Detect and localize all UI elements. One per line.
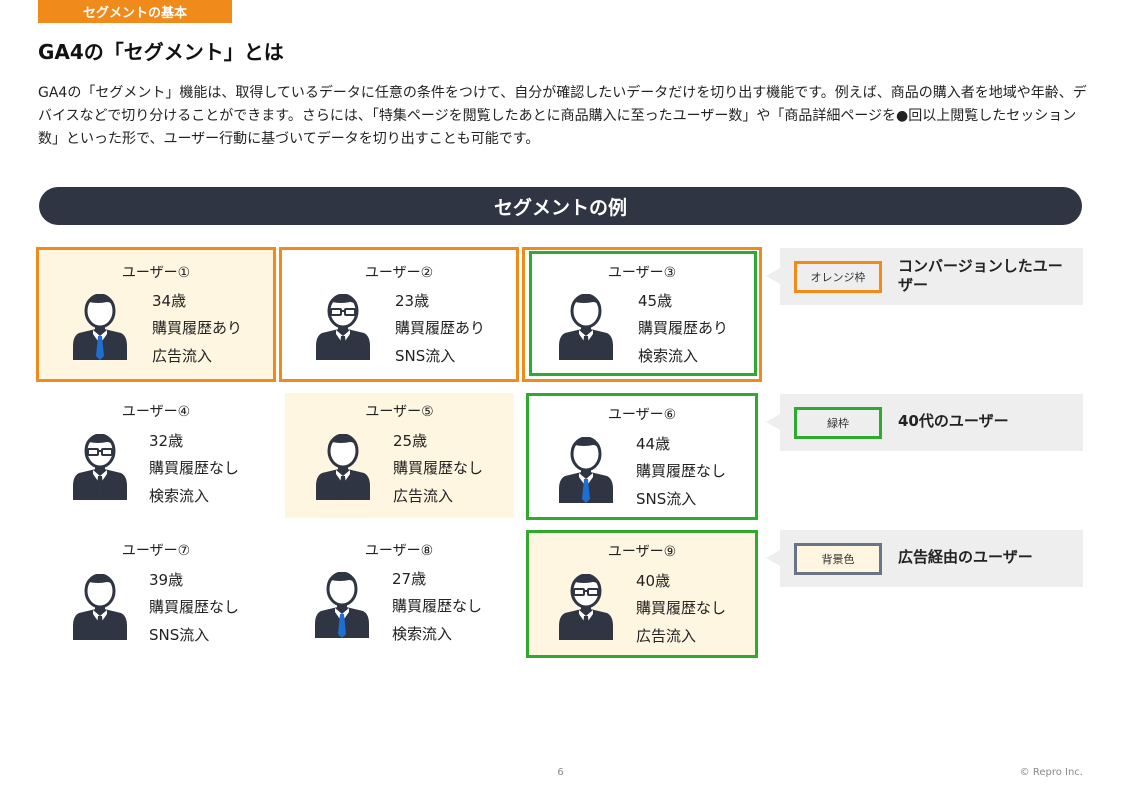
user-card-1: ユーザー① 34歳 購買履歴あり 広告流入 (36, 247, 276, 382)
legend-swatch-orange: オレンジ枠 (794, 261, 882, 293)
user-name: ユーザー① (121, 265, 191, 281)
person-blue-tie-icon (557, 437, 615, 503)
legend-background-color: 背景色 広告経由のユーザー (766, 530, 1083, 587)
user-card-8: ユーザー⑧ 27歳 購買履歴なし 検索流入 (279, 528, 519, 663)
user-name: ユーザー⑥ (607, 407, 677, 423)
legend-pointer (766, 550, 780, 566)
user-traffic-source: SNS流入 (149, 626, 210, 644)
user-purchase-history: 購買履歴なし (636, 462, 727, 480)
person-icon (314, 434, 372, 500)
user-card-2: ユーザー② 23歳 購買履歴あり SNS流入 (279, 247, 519, 382)
user-purchase-history: 購買履歴あり (152, 319, 243, 337)
user-age: 23歳 (395, 292, 430, 310)
user-traffic-source: SNS流入 (395, 347, 456, 365)
legend-description: 広告経由のユーザー (898, 548, 1033, 566)
user-traffic-source: 検索流入 (149, 487, 210, 505)
person-glasses-icon (314, 294, 372, 360)
user-traffic-source: SNS流入 (636, 490, 697, 508)
person-glasses-icon (557, 574, 615, 640)
user-name: ユーザー⑤ (365, 404, 434, 420)
user-name: ユーザー⑧ (364, 543, 434, 559)
page-title: GA4の「セグメント」とは (38, 40, 284, 64)
user-age: 34歳 (152, 292, 187, 310)
user-traffic-source: 検索流入 (392, 625, 453, 643)
user-name: ユーザー④ (121, 404, 191, 420)
user-age: 45歳 (638, 292, 673, 310)
user-traffic-source: 検索流入 (638, 347, 699, 365)
user-purchase-history: 購買履歴なし (149, 598, 240, 616)
user-purchase-history: 購買履歴なし (392, 597, 483, 615)
person-blue-tie-icon (313, 572, 371, 638)
user-traffic-source: 広告流入 (636, 627, 697, 645)
user-age: 40歳 (636, 572, 671, 590)
user-age: 32歳 (149, 432, 184, 450)
legend-swatch-background: 背景色 (794, 543, 882, 575)
user-card-6: ユーザー⑥ 44歳 購買履歴なし SNS流入 (526, 393, 758, 520)
user-purchase-history: 購買履歴なし (393, 459, 484, 477)
user-name: ユーザー③ (607, 265, 677, 281)
legend-swatch-green: 緑枠 (794, 407, 882, 439)
user-card-3: ユーザー③ 45歳 購買履歴あり 検索流入 (522, 247, 762, 382)
legend-pointer (766, 414, 780, 430)
user-traffic-source: 広告流入 (152, 347, 213, 365)
segment-examples-banner: セグメントの例 (39, 187, 1082, 225)
legend-description: 40代のユーザー (898, 412, 1009, 430)
user-name: ユーザー② (364, 265, 434, 281)
user-purchase-history: 購買履歴なし (636, 599, 727, 617)
legend-orange-frame: オレンジ枠 コンバージョンしたユーザー (766, 248, 1083, 305)
person-icon (71, 574, 129, 640)
user-age: 39歳 (149, 571, 184, 589)
legend-green-frame: 緑枠 40代のユーザー (766, 394, 1083, 451)
user-purchase-history: 購買履歴あり (638, 319, 729, 337)
user-purchase-history: 購買履歴なし (149, 459, 240, 477)
user-purchase-history: 購買履歴あり (395, 319, 486, 337)
legend-pointer (766, 268, 780, 284)
legend-description: コンバージョンしたユーザー (898, 257, 1063, 294)
banner-title: セグメントの例 (493, 196, 627, 219)
intro-paragraph: GA4の「セグメント」機能は、取得しているデータに任意の条件をつけて、自分が確認… (38, 85, 1087, 147)
user-traffic-source: 広告流入 (393, 487, 454, 505)
page-number: 6 (557, 767, 564, 778)
person-blue-tie-icon (71, 294, 129, 360)
copyright: © Repro Inc. (1019, 767, 1083, 778)
user-card-9: ユーザー⑨ 40歳 購買履歴なし 広告流入 (526, 530, 758, 658)
user-card-7: ユーザー⑦ 39歳 購買履歴なし SNS流入 (36, 528, 276, 663)
person-icon (557, 294, 615, 360)
user-card-4: ユーザー④ 32歳 購買履歴なし 検索流入 (36, 389, 276, 524)
user-card-5: ユーザー⑤ 25歳 購買履歴なし 広告流入 (285, 393, 514, 518)
user-name: ユーザー⑦ (121, 543, 191, 559)
user-age: 44歳 (636, 435, 671, 453)
person-glasses-icon (71, 434, 129, 500)
user-age: 27歳 (392, 570, 427, 588)
section-tag: セグメントの基本 (38, 0, 232, 23)
user-name: ユーザー⑨ (607, 544, 677, 560)
user-age: 25歳 (393, 432, 428, 450)
